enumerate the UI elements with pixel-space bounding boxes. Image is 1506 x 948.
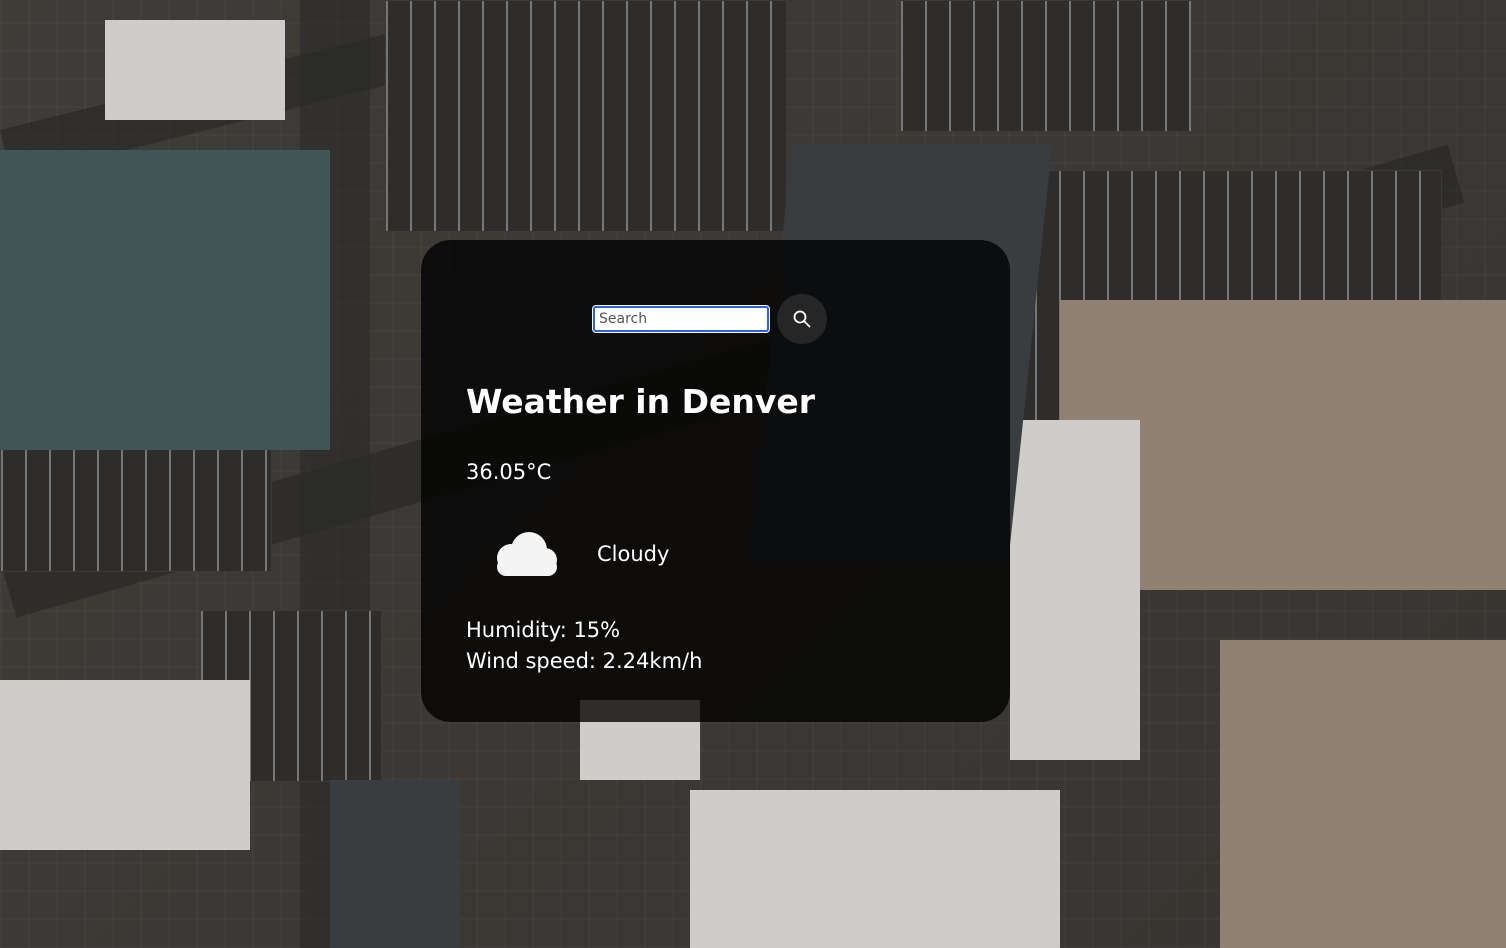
parking-lot (385, 0, 787, 232)
building-roof (690, 790, 1060, 948)
weather-title: Weather in Denver (466, 382, 816, 421)
cloud-icon (497, 532, 557, 576)
building-roof (105, 20, 285, 120)
building-roof (1010, 420, 1140, 760)
parking-lot (0, 440, 272, 572)
parking-lot (900, 0, 1192, 132)
wind-speed: Wind speed: 2.24km/h (466, 649, 703, 673)
building-roof (0, 680, 250, 850)
humidity: Humidity: 15% (466, 618, 621, 642)
building-roof (1220, 640, 1506, 948)
search-icon (793, 310, 811, 328)
search-input[interactable] (592, 305, 770, 333)
building-roof (330, 780, 460, 948)
weather-card: Weather in Denver 36.05°C Cloudy Humidit… (421, 240, 1010, 722)
search-button[interactable] (777, 294, 827, 344)
building-roof (0, 150, 330, 450)
temperature: 36.05°C (466, 460, 552, 484)
weather-description: Cloudy (597, 542, 670, 566)
search-bar (592, 294, 827, 344)
condition-row: Cloudy (487, 528, 669, 580)
